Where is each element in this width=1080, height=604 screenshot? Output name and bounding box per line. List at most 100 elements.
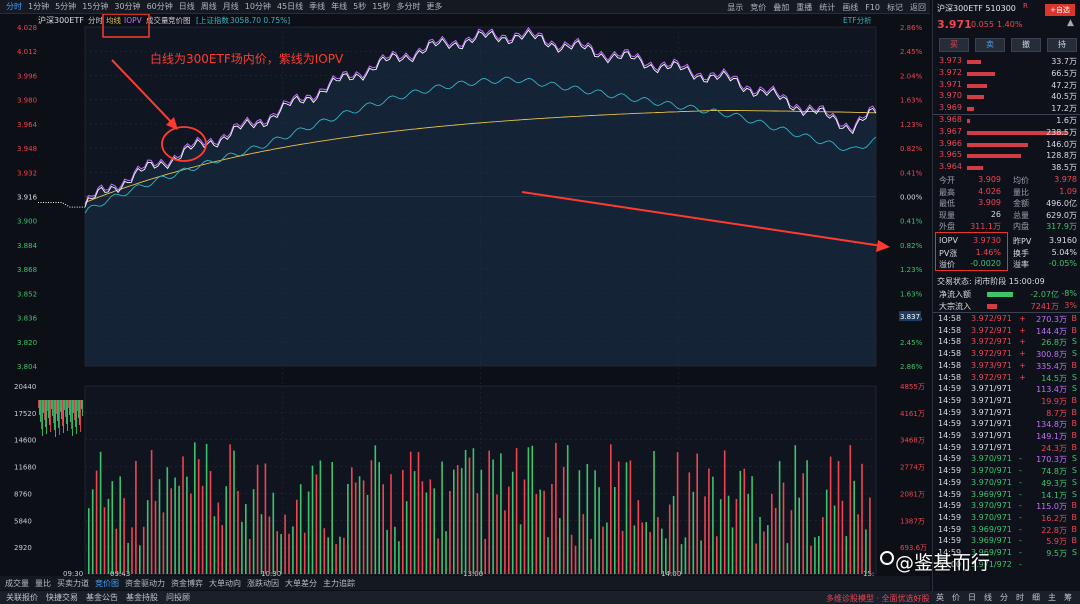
trade-row[interactable]: 14:59 3.971/971 113.4万 S — [933, 384, 1080, 396]
toolbar-right-item[interactable]: F10 — [865, 3, 880, 12]
period-tab[interactable]: 月线 — [223, 1, 239, 12]
trade-row[interactable]: 14:58 3.972/971 +270.3万 B — [933, 314, 1080, 326]
toolbar-right-item[interactable]: 重播 — [796, 2, 812, 13]
trade-row[interactable]: 14:59 3.969/971- 22.8万 B — [933, 525, 1080, 537]
bottom-link[interactable]: 基金持股 — [126, 592, 158, 603]
indicator-tab[interactable]: 大单动向 — [209, 578, 241, 589]
period-tab[interactable]: 45日线 — [277, 1, 303, 12]
trade-row[interactable]: 14:59 3.971/971 8.7万 B — [933, 408, 1080, 420]
trade-row[interactable]: 14:58 3.972/971 +300.8万 S — [933, 349, 1080, 361]
chart-tab[interactable]: 均线 — [106, 15, 121, 25]
bottom-right-tab[interactable]: 筹 — [1064, 592, 1072, 603]
period-tab[interactable]: 5分钟 — [55, 1, 76, 12]
iopv-row[interactable]: PV涨 1.46% 换手 5.04% — [933, 248, 1080, 260]
toolbar-right-item[interactable]: 显示 — [727, 2, 743, 13]
indicator-tab[interactable]: 成交量 — [5, 578, 29, 589]
toolbar-right-item[interactable]: 统计 — [819, 2, 835, 13]
sell-button[interactable]: 卖 — [975, 38, 1005, 52]
trade-row[interactable]: 14:59 3.969/971- 5.9万 B — [933, 536, 1080, 548]
promo-text[interactable]: 多维诊股模型 · 全面优选好股 — [826, 593, 930, 604]
period-tab[interactable]: 30分钟 — [114, 1, 140, 12]
chart-tab[interactable]: 竞价图 — [168, 15, 191, 25]
bottom-right-tab[interactable]: 价 — [952, 592, 960, 603]
period-tab[interactable]: 日线 — [179, 1, 195, 12]
bid-row[interactable]: 3.966 146.0万 — [933, 139, 1080, 151]
period-tab[interactable]: 周线 — [201, 1, 217, 12]
toolbar-right-item[interactable]: 标记 — [887, 2, 903, 13]
bottom-right-tab[interactable]: 日 — [968, 592, 976, 603]
trade-row[interactable]: 14:59 3.971/971 134.8万 B — [933, 419, 1080, 431]
period-tab[interactable]: 15秒 — [372, 1, 390, 12]
trade-row[interactable]: 14:59 3.971/971 24.3万 B — [933, 443, 1080, 455]
indicator-tab[interactable]: 资金博弈 — [171, 578, 203, 589]
chart-tab[interactable]: IOPV — [124, 16, 143, 25]
stat-row[interactable]: 今开 3.909 均价 3.978 — [933, 175, 1080, 187]
ask-row[interactable]: 3.969 17.2万 — [933, 103, 1080, 115]
chart-area[interactable]: 沪深300ETF 分时 均线 IOPV 成交量 竞价图 [上证指数 3058.70 0.75%… — [0, 13, 930, 579]
period-tab[interactable]: 60分钟 — [147, 1, 173, 12]
intraday-chart[interactable]: 沪深300ETF 分时 均线 IOPV 成交量 竞价图 [上证指数 3058.70 0.75%… — [0, 13, 930, 579]
bottom-right-tab[interactable]: 细 — [1032, 592, 1040, 603]
iopv-row[interactable]: IOPV 3.9730 昨PV 3.9160 — [933, 236, 1080, 248]
trade-row[interactable]: 14:59 3.970/971- 74.8万 S — [933, 466, 1080, 478]
trade-row[interactable]: 14:58 3.972/971 +144.4万 B — [933, 326, 1080, 338]
indicator-tab[interactable]: 买卖力道 — [57, 578, 89, 589]
bottom-right-tab[interactable]: 分 — [1000, 592, 1008, 603]
period-tab[interactable]: 年线 — [331, 1, 347, 12]
toolbar-right-item[interactable]: 竞价 — [750, 2, 766, 13]
indicator-tab[interactable]: 大单差分 — [285, 578, 317, 589]
buy-button[interactable]: 买 — [939, 38, 969, 52]
bottom-link[interactable]: 关联报价 — [6, 592, 38, 603]
toolbar-right-item[interactable]: 返回 — [910, 2, 926, 13]
period-tab[interactable]: 多分时 — [396, 1, 420, 12]
bottom-right-tab[interactable]: 主 — [1048, 592, 1056, 603]
bell-icon[interactable]: ▲ — [1067, 18, 1074, 28]
position-button[interactable]: 持 — [1047, 38, 1077, 52]
trade-row[interactable]: 14:59 3.970/971- 170.3万 S — [933, 454, 1080, 466]
ask-row[interactable]: 3.971 47.2万 — [933, 80, 1080, 92]
trade-row[interactable]: 14:58 3.972/971 +14.5万 S — [933, 373, 1080, 385]
period-tab[interactable]: 分时 — [6, 1, 22, 12]
toolbar-right-item[interactable]: 画线 — [842, 2, 858, 13]
bottom-right-tab[interactable]: 英 — [936, 592, 944, 603]
period-tab[interactable]: 季线 — [309, 1, 325, 12]
stat-row[interactable]: 现量 26 总量 629.0万 — [933, 210, 1080, 222]
toolbar-right-item[interactable]: 叠加 — [773, 2, 789, 13]
period-tab[interactable]: 15分钟 — [82, 1, 108, 12]
stat-row[interactable]: 最高 4.026 量比 1.09 — [933, 187, 1080, 199]
bottom-right-tab[interactable]: 时 — [1016, 592, 1024, 603]
bid-row[interactable]: 3.965 128.8万 — [933, 150, 1080, 162]
trade-row[interactable]: 14:59 3.970/971- 115.0万 B — [933, 501, 1080, 513]
trade-row[interactable]: 14:59 3.971/971 149.1万 B — [933, 431, 1080, 443]
indicator-tab[interactable]: 主力追踪 — [323, 578, 355, 589]
flow-row[interactable]: 净流入额 -2.07亿 -8% — [933, 289, 1080, 301]
chart-tab[interactable]: 分时 — [88, 15, 103, 25]
ask-row[interactable]: 3.973 33.7万 — [933, 56, 1080, 68]
bid-row[interactable]: 3.968 1.6万 — [933, 115, 1080, 127]
bottom-link[interactable]: 问投顾 — [166, 592, 190, 603]
period-tab[interactable]: 10分钟 — [245, 1, 271, 12]
bid-row[interactable]: 3.964 38.5万 — [933, 162, 1080, 174]
stat-row[interactable]: 外盘 311.1万 内盘 317.9万 — [933, 221, 1080, 233]
flow-row[interactable]: 大宗流入 7241万 3% — [933, 301, 1080, 313]
period-tab[interactable]: 1分钟 — [28, 1, 49, 12]
bottom-link[interactable]: 基金公告 — [86, 592, 118, 603]
cancel-button[interactable]: 撤 — [1011, 38, 1041, 52]
etf-analysis-link[interactable]: ETF分析 — [843, 15, 872, 25]
period-tab[interactable]: 5秒 — [353, 1, 366, 12]
bid-row[interactable]: 3.967 238.5万 — [933, 127, 1080, 139]
trade-row[interactable]: 14:59 3.969/971- 14.1万 S — [933, 490, 1080, 502]
period-tab[interactable]: 更多 — [426, 1, 442, 12]
add-watch-button[interactable]: +自选 — [1045, 4, 1075, 16]
indicator-tab[interactable]: 竞价图 — [95, 578, 119, 589]
bottom-right-tab[interactable]: 线 — [984, 592, 992, 603]
indicator-tab[interactable]: 涨跌动因 — [247, 578, 279, 589]
trade-row[interactable]: 14:59 3.970/971- 49.3万 S — [933, 478, 1080, 490]
ask-row[interactable]: 3.970 40.5万 — [933, 91, 1080, 103]
trade-row[interactable]: 14:59 3.970/971- 16.2万 B — [933, 513, 1080, 525]
trade-row[interactable]: 14:58 3.973/971 +335.4万 B — [933, 361, 1080, 373]
bottom-link[interactable]: 快捷交易 — [46, 592, 78, 603]
ask-row[interactable]: 3.972 66.5万 — [933, 68, 1080, 80]
stat-row[interactable]: 最低 3.909 金额 496.0亿 — [933, 198, 1080, 210]
indicator-tab[interactable]: 量比 — [35, 578, 51, 589]
